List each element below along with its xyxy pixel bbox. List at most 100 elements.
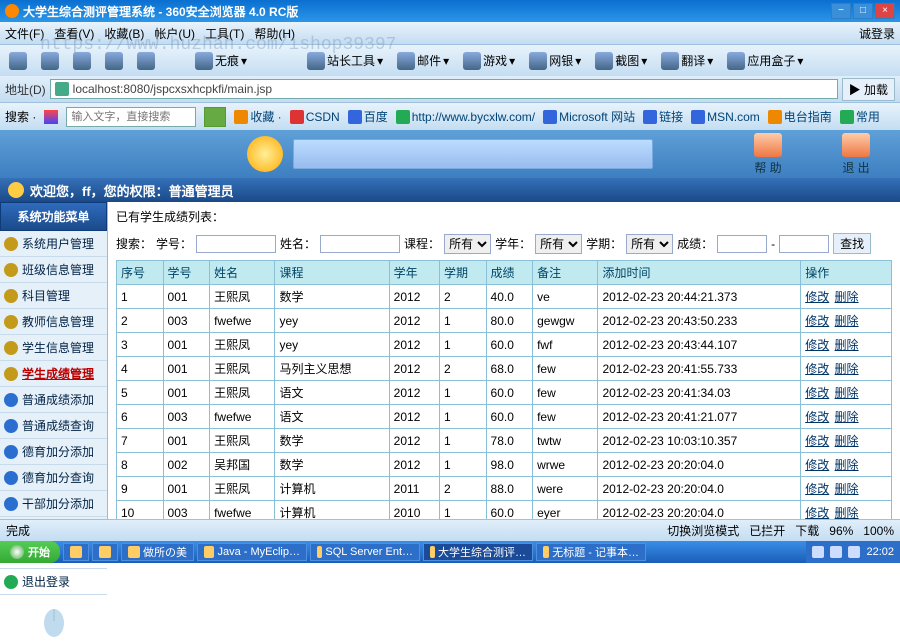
edit-link[interactable]: 修改: [805, 410, 829, 424]
sidebar-item[interactable]: 德育加分添加: [0, 439, 107, 465]
year-select[interactable]: 所有: [535, 234, 582, 254]
course-select[interactable]: 所有: [444, 234, 491, 254]
edit-link[interactable]: 修改: [805, 338, 829, 352]
search-label: 搜索 ·: [5, 108, 36, 125]
taskbar-task[interactable]: 做所の美: [121, 543, 194, 561]
status-item[interactable]: 已拦开: [749, 522, 785, 539]
delete-link[interactable]: 删除: [835, 410, 859, 424]
bookmark-link[interactable]: 百度: [348, 108, 388, 125]
incognito-button[interactable]: 无痕▾: [191, 50, 251, 72]
screenshot-button[interactable]: 截图▾: [591, 50, 651, 72]
taskbar-task[interactable]: 大学生综合测评…: [423, 543, 533, 561]
search-input[interactable]: [66, 107, 196, 127]
go-button[interactable]: ▶ 加载: [842, 78, 895, 101]
home-button[interactable]: [133, 50, 159, 72]
status-item[interactable]: 96%: [829, 524, 853, 538]
menu-item[interactable]: 工具(T): [205, 25, 244, 42]
menu-item[interactable]: 收藏(B): [104, 25, 144, 42]
bookmark-link[interactable]: 收藏 ·: [234, 108, 281, 125]
address-bar: 地址(D) localhost:8080/jspcxsxhcpkfi/main.…: [0, 76, 900, 102]
menu-item[interactable]: 文件(F): [5, 25, 44, 42]
sidebar-item[interactable]: 科目管理: [0, 283, 107, 309]
titlebar: 大学生综合测评管理系统 - 360安全浏览器 4.0 RC版 − □ ×: [0, 0, 900, 22]
arr-icon: [4, 471, 18, 485]
sidebar-item[interactable]: 教师信息管理: [0, 309, 107, 335]
delete-link[interactable]: 删除: [835, 386, 859, 400]
taskbar-task[interactable]: [92, 543, 118, 561]
edit-link[interactable]: 修改: [805, 362, 829, 376]
status-item[interactable]: 下载: [795, 522, 819, 539]
score-max-input[interactable]: [779, 235, 829, 253]
search-btn[interactable]: 查找: [833, 233, 871, 254]
edit-link[interactable]: 修改: [805, 434, 829, 448]
bookmark-link[interactable]: Microsoft 网站: [543, 108, 635, 125]
delete-link[interactable]: 删除: [835, 314, 859, 328]
sno-input[interactable]: [196, 235, 276, 253]
edit-link[interactable]: 修改: [805, 506, 829, 520]
delete-link[interactable]: 删除: [835, 506, 859, 520]
sidebar-item[interactable]: 系统用户管理: [0, 231, 107, 257]
taskbar-task[interactable]: [63, 543, 89, 561]
bookmark-link[interactable]: http://www.bycxlw.com/: [396, 110, 535, 124]
system-tray[interactable]: 22:02: [806, 541, 900, 563]
ank-icon: [4, 367, 18, 381]
taskbar-task[interactable]: Java - MyEclip…: [197, 543, 307, 561]
edit-link[interactable]: 修改: [805, 458, 829, 472]
game-button[interactable]: 游戏▾: [459, 50, 519, 72]
status-item[interactable]: 切换浏览模式: [667, 522, 739, 539]
term-select[interactable]: 所有: [626, 234, 673, 254]
edit-link[interactable]: 修改: [805, 290, 829, 304]
webmaster-button[interactable]: 站长工具▾: [303, 50, 387, 72]
delete-link[interactable]: 删除: [835, 458, 859, 472]
menu-item[interactable]: 帮助(H): [254, 25, 295, 42]
stop-button[interactable]: [69, 50, 95, 72]
sidebar-item[interactable]: 学生信息管理: [0, 335, 107, 361]
edit-link[interactable]: 修改: [805, 386, 829, 400]
delete-link[interactable]: 删除: [835, 338, 859, 352]
back-button[interactable]: [5, 50, 31, 72]
menu-item[interactable]: 查看(V): [54, 25, 94, 42]
score-min-input[interactable]: [717, 235, 767, 253]
refresh-button[interactable]: [101, 50, 127, 72]
delete-link[interactable]: 删除: [835, 290, 859, 304]
tray-icon[interactable]: [830, 546, 842, 558]
translate-button[interactable]: 翻译▾: [657, 50, 717, 72]
minimize-button[interactable]: −: [831, 3, 851, 19]
bookmark-link[interactable]: 链接: [643, 108, 683, 125]
start-button[interactable]: 开始: [0, 541, 60, 563]
bookmark-link[interactable]: 电台指南: [768, 108, 832, 125]
taskbar-task[interactable]: SQL Server Ent…: [310, 543, 420, 561]
delete-link[interactable]: 删除: [835, 434, 859, 448]
menu-item[interactable]: 帐户(U): [154, 25, 195, 42]
mail-button[interactable]: 邮件▾: [393, 50, 453, 72]
taskbar-task[interactable]: 无标题 - 记事本…: [536, 543, 646, 561]
sidebar-item[interactable]: 普通成绩添加: [0, 387, 107, 413]
status-item[interactable]: 100%: [863, 524, 894, 538]
sidebar-item[interactable]: 退出登录: [0, 569, 107, 595]
edit-link[interactable]: 修改: [805, 314, 829, 328]
name-input[interactable]: [320, 235, 400, 253]
forward-button[interactable]: [37, 50, 63, 72]
sidebar-item[interactable]: 学生成绩管理: [0, 361, 107, 387]
help-button[interactable]: 帮 助: [754, 133, 782, 176]
exit-button[interactable]: 退 出: [842, 133, 870, 176]
sidebar-item[interactable]: 班级信息管理: [0, 257, 107, 283]
tray-icon[interactable]: [812, 546, 824, 558]
bookmark-link[interactable]: MSN.com: [691, 110, 760, 124]
delete-link[interactable]: 删除: [835, 482, 859, 496]
maximize-button[interactable]: □: [853, 3, 873, 19]
address-input[interactable]: localhost:8080/jspcxsxhcpkfi/main.jsp: [50, 79, 838, 99]
search-button[interactable]: [204, 107, 226, 127]
sidebar-item[interactable]: 德育加分查询: [0, 465, 107, 491]
close-button[interactable]: ×: [875, 3, 895, 19]
tray-icon[interactable]: [848, 546, 860, 558]
sidebar-item[interactable]: 干部加分添加: [0, 491, 107, 517]
bookmark-link[interactable]: CSDN: [290, 110, 340, 124]
edit-link[interactable]: 修改: [805, 482, 829, 496]
login-link[interactable]: 诚登录: [859, 25, 895, 42]
bank-button[interactable]: 网银▾: [525, 50, 585, 72]
bookmark-link[interactable]: 常用: [840, 108, 880, 125]
appbox-button[interactable]: 应用盒子▾: [723, 50, 807, 72]
delete-link[interactable]: 删除: [835, 362, 859, 376]
sidebar-item[interactable]: 普通成绩查询: [0, 413, 107, 439]
